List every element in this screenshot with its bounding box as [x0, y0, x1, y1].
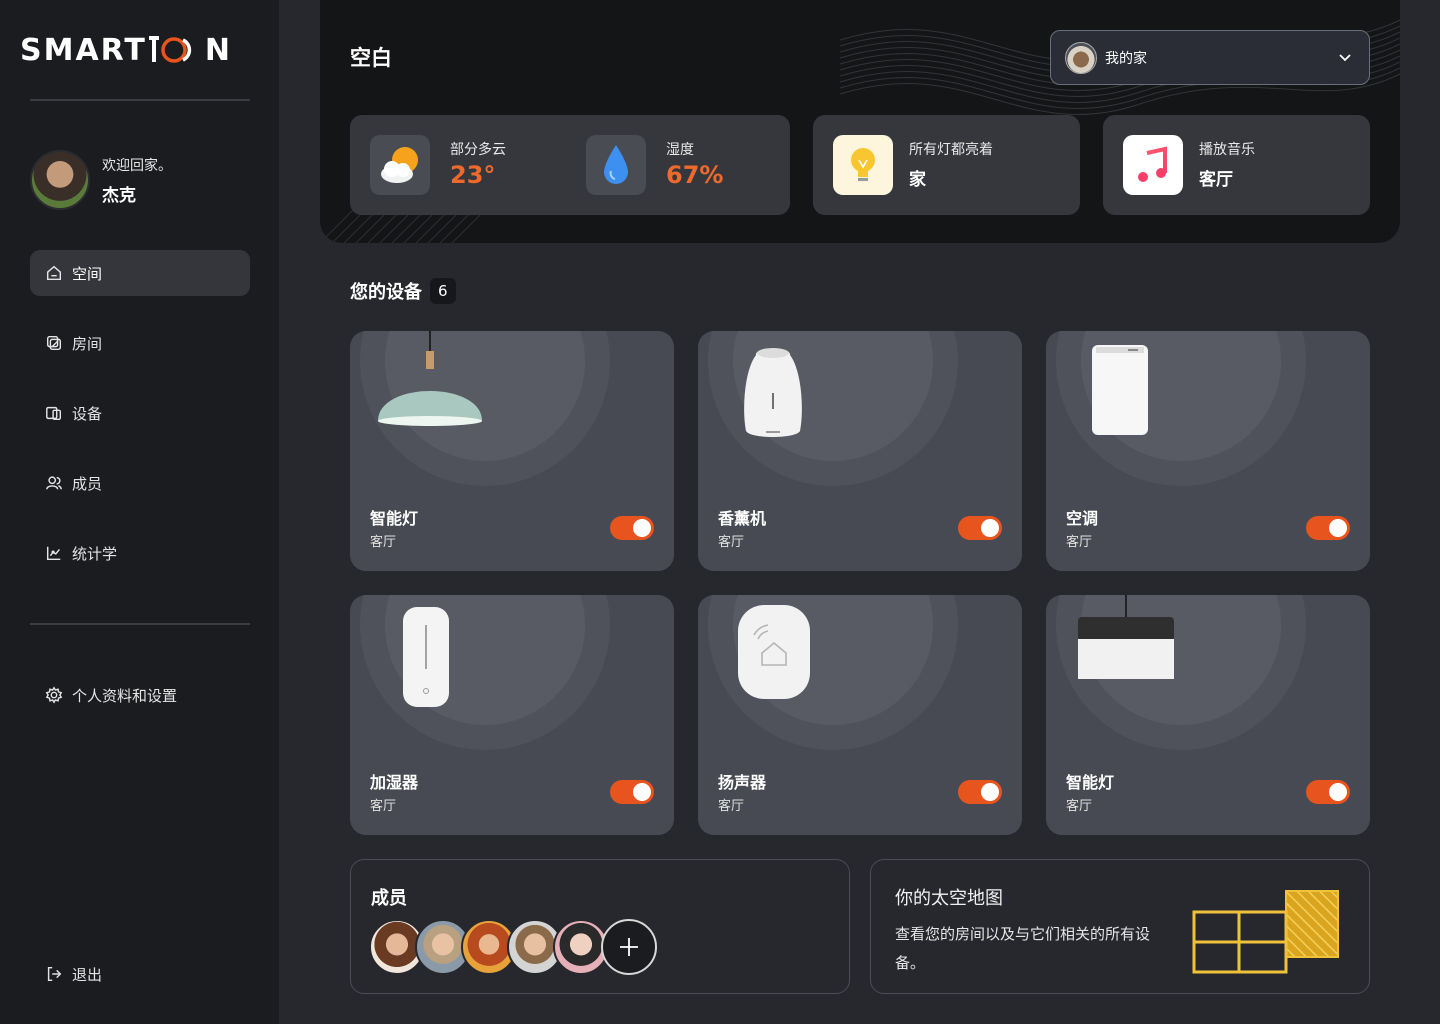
device-name: 加湿器: [370, 773, 419, 792]
lights-card[interactable]: 所有灯都亮着 家: [813, 115, 1080, 215]
device-toggle[interactable]: [610, 780, 654, 804]
space-map-card[interactable]: 你的太空地图 查看您的房间以及与它们相关的所有设备。: [870, 859, 1370, 994]
home-icon: [44, 263, 64, 283]
device-toggle[interactable]: [1306, 780, 1350, 804]
device-card[interactable]: 空调 客厅: [1046, 331, 1370, 571]
devices-count-badge: 6: [430, 278, 456, 304]
device-card[interactable]: 智能灯 客厅: [350, 331, 674, 571]
nav-item-members[interactable]: 成员: [30, 460, 250, 506]
brand-logo[interactable]: SMART N: [20, 32, 233, 68]
water-drop-icon: [586, 135, 646, 195]
sidebar-divider-top: [30, 99, 250, 101]
plus-icon: [620, 938, 638, 956]
device-name: 空调: [1066, 509, 1099, 528]
climate-card: 部分多云 23° 湿度 67%: [350, 115, 790, 215]
device-toggle[interactable]: [958, 516, 1002, 540]
weather-value: 23°: [450, 161, 496, 189]
device-card[interactable]: 加湿器 客厅: [350, 595, 674, 835]
light-bulb-icon: [833, 135, 893, 195]
stats-icon: [44, 543, 64, 563]
nav-item-devices[interactable]: 设备: [30, 390, 250, 436]
device-name: 香薰机: [718, 509, 767, 528]
logout-label: 退出: [72, 965, 103, 984]
home-selector[interactable]: 我的家: [1050, 30, 1370, 85]
nav-item-space[interactable]: 空间: [30, 250, 250, 296]
nav-label: 成员: [72, 474, 103, 493]
nav-item-rooms[interactable]: 房间: [30, 320, 250, 366]
device-toggle[interactable]: [610, 516, 654, 540]
logo-mark-icon: [148, 36, 192, 63]
nav-item-settings[interactable]: 个人资料和设置: [30, 672, 250, 718]
space-map-description: 查看您的房间以及与它们相关的所有设备。: [895, 925, 1151, 972]
members-icon: [44, 473, 64, 493]
sidebar-divider-bottom: [30, 623, 250, 625]
humidity-label: 湿度: [666, 142, 694, 158]
members-title: 成员: [371, 888, 407, 909]
logo-text-right: N: [204, 32, 233, 68]
devices-icon: [44, 403, 64, 423]
nav-label: 个人资料和设置: [72, 686, 178, 705]
humidifier-icon: [403, 607, 449, 707]
device-card[interactable]: 扬声器 客厅: [698, 595, 1022, 835]
page-title: 空白: [350, 46, 392, 70]
device-name: 扬声器: [718, 773, 767, 792]
nav-label: 设备: [72, 404, 103, 423]
device-room: 客厅: [1066, 799, 1093, 814]
members-card: 成员: [350, 859, 850, 994]
ceiling-lamp-icon: [1078, 595, 1174, 679]
device-name: 智能灯: [1066, 773, 1115, 792]
devices-heading: 您的设备 6: [350, 278, 456, 304]
gear-icon: [44, 685, 64, 705]
logout-button[interactable]: 退出: [30, 951, 250, 997]
pendant-lamp-icon: [378, 331, 482, 426]
nav-label: 统计学: [72, 544, 118, 563]
user-name: 杰克: [102, 185, 136, 206]
music-value: 客厅: [1199, 170, 1233, 190]
air-conditioner-icon: [1092, 345, 1148, 435]
smart-speaker-icon: [738, 605, 810, 699]
lights-value: 家: [909, 170, 926, 190]
user-avatar: [30, 150, 90, 210]
welcome-text: 欢迎回家。: [102, 157, 172, 174]
device-room: 客厅: [370, 799, 397, 814]
device-room: 客厅: [718, 799, 745, 814]
aroma-diffuser-icon: [744, 348, 802, 437]
logo-text-left: SMART: [20, 32, 147, 68]
nav-item-stats[interactable]: 统计学: [30, 530, 250, 576]
lights-label: 所有灯都亮着: [909, 142, 993, 158]
user-profile[interactable]: 欢迎回家。 杰克: [30, 150, 172, 210]
nav-label: 空间: [72, 264, 103, 283]
floor-plan-icon: [1192, 890, 1339, 974]
nav-label: 房间: [72, 334, 103, 353]
home-selector-label: 我的家: [1105, 50, 1147, 67]
device-toggle[interactable]: [958, 780, 1002, 804]
space-map-title: 你的太空地图: [895, 888, 1003, 909]
add-member-button[interactable]: [601, 919, 657, 975]
music-label: 播放音乐: [1199, 142, 1255, 158]
device-name: 智能灯: [370, 509, 419, 528]
weather-label: 部分多云: [450, 142, 506, 158]
chevron-down-icon: [1339, 54, 1351, 62]
device-room: 客厅: [718, 535, 745, 550]
home-thumbnail: [1065, 41, 1097, 74]
humidity-value: 67%: [666, 161, 724, 189]
music-note-icon: [1123, 135, 1183, 195]
devices-title: 您的设备: [350, 282, 422, 303]
device-card[interactable]: 香薰机 客厅: [698, 331, 1022, 571]
device-room: 客厅: [1066, 535, 1093, 550]
music-card[interactable]: 播放音乐 客厅: [1103, 115, 1370, 215]
device-card[interactable]: 智能灯 客厅: [1046, 595, 1370, 835]
weather-icon: [370, 135, 430, 195]
hero-panel: 空白 我的家 部分多云 23° 湿度 67% 所有灯都亮着 家 播放音乐 客厅: [320, 0, 1400, 243]
rooms-icon: [44, 333, 64, 353]
device-toggle[interactable]: [1306, 516, 1350, 540]
logout-icon: [44, 964, 64, 984]
device-room: 客厅: [370, 535, 397, 550]
sidebar: SMART N 欢迎回家。 杰克 空间 房间 设备 成员 统计学 个人资料和设置…: [0, 0, 279, 1024]
